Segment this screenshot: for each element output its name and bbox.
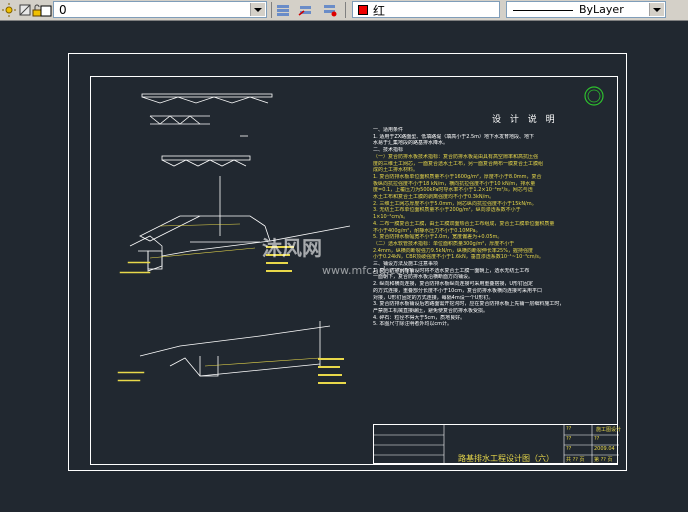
separator — [345, 2, 346, 18]
design-note-line: 2.4mm，纵横向断裂强力9.5kN/m，纵横向断裂伸长率25%，握持强度 — [373, 247, 533, 254]
layer-color-icon[interactable] — [40, 2, 54, 17]
design-note-line: 成的土工排水材料。 — [373, 167, 419, 174]
drawing-title: 路基排水工程设计图（六） — [458, 454, 554, 463]
design-note-line: 5. 复合防排水板幅宽不小于2.0m，宽度偏差为+0.05m。 — [373, 234, 503, 241]
design-note-line: 水易于汇集地段的路基排水降水。 — [373, 140, 449, 147]
design-note-line: 二、技术指标 — [373, 147, 404, 154]
linetype-preview — [513, 10, 573, 11]
design-note-line: 3. 复合防排水板铺设后若路面需开挖沟时，应在复合防排水板上先铺一层细料施工时， — [373, 301, 565, 308]
chevron-down-icon[interactable] — [649, 3, 664, 16]
design-note-line: 4. 二布一膜复合土工膜，由土工膜双面热合土工布组成，复合土工膜单位面积质量 — [373, 220, 555, 227]
title-block-cell: ?? — [566, 446, 572, 452]
color-swatch — [358, 5, 368, 15]
design-note-line: （一）复合防排水板技术指标：复合防排水板是由具有高空隙率和高抗压强 — [373, 153, 539, 160]
design-note-line: 1×10⁻²cm/s。 — [373, 214, 409, 221]
design-notes: 一、适用条件 1. 适用于ZX路面型、低填路堤（填高小于2.5m）地下水发育地段、… — [373, 127, 609, 328]
layer-state-icon[interactable] — [322, 2, 337, 17]
design-note-line: 度的三维土工网芯，一面复合透水土工布，另一面复合两布一膜复合土工膜组 — [373, 160, 544, 167]
chevron-down-icon[interactable] — [250, 3, 265, 16]
design-note-line: 对接，U形钉固定的方式连接，每隔4m设一个U形钉。 — [373, 294, 494, 301]
design-note-line: 5. 本图尺寸除注明者外均以cm计。 — [373, 321, 452, 328]
design-note-line: 一、适用条件 — [373, 127, 404, 133]
color-value: 红 — [373, 4, 386, 18]
title-block-cell: 2009.04 — [594, 446, 615, 452]
design-note-line: 板纵向抗拉强度不小于18 kN/m，横向抗拉强度不小于10 kN/m，排水量 — [373, 180, 536, 187]
color-dropdown[interactable]: 红 — [352, 1, 500, 18]
design-note-line: 水土工布和复合土工膜的剥离强度均不小于0.3kN/m。 — [373, 194, 495, 201]
design-note-line: 小于0.24kN，CBR顶破强度不小于1.6kN，垂直渗透系数10⁻¹~10⁻³… — [373, 254, 544, 261]
layer-prev-icon[interactable] — [298, 2, 312, 16]
title-block-cell: ?? — [566, 426, 572, 432]
design-note-line: 1. 复合防排水板单位面积质量不小于1600g/m²，厚度不小于8.0mm，复合 — [373, 173, 542, 180]
watermark: 沐风网 — [262, 236, 322, 260]
watermark-url: www.mfcad.com — [322, 264, 413, 277]
separator — [271, 2, 272, 18]
title-block-cell: 第 ?? 页 — [594, 457, 613, 463]
layer-value: 0 — [59, 3, 67, 17]
design-note-line: 度=0.1，上覆压力为500kPa时导水率不小于1.2×10⁻⁴m²/s，网芯与… — [373, 187, 533, 194]
linetype-dropdown[interactable]: ByLayer — [506, 1, 666, 18]
design-note-line: 不小于400g/m²，耐静水压力不小于0.10MPa。 — [373, 227, 481, 234]
design-note-line: 的方式连接，重叠部分长度不小于10cm，复合防排水板横向连接可采用平口 — [373, 287, 542, 294]
title-block-cell: 共 ?? 页 — [566, 457, 585, 463]
logo-seal-icon — [584, 86, 604, 106]
design-note-line: 3. 无纺土工布单位面积质量不小于200g/m²，纵向渗透系数不小于 — [373, 207, 521, 214]
layer-props-icon[interactable] — [276, 2, 290, 16]
design-note-line: 2. 三维土工网芯厚度不小于5.0mm，网芯纵向抗拉强度不小于15kN/m。 — [373, 200, 537, 207]
design-note-line: 4. 碎石：粒径不得大于5cm，质地良好。 — [373, 314, 466, 321]
title-block-cell: 施工图设计 — [596, 427, 622, 433]
design-notes-title: 设 计 说 明 — [492, 115, 558, 125]
layer-toolbar: 0 红 ByLayer — [0, 0, 688, 21]
design-note-line: 严禁施工机械直接碾压，避免使复合防排水板受损。 — [373, 307, 489, 314]
title-block-cell: ?? — [594, 436, 600, 442]
linetype-value: ByLayer — [579, 3, 624, 16]
design-note-line: 2. 纵向和横向连接，复合防排水板纵向连接可采用重叠搭接，U形钉固定 — [373, 281, 534, 288]
sun-icon[interactable] — [2, 2, 16, 17]
design-note-line: 1. 适用于ZX路面型、低填路堤（填高小于2.5m）地下水发育地段、地下 — [373, 133, 535, 140]
design-note-line: （二）透水软管技术指标：单位面积质量300g/m²，厚度不小于 — [373, 240, 515, 247]
layer-dropdown[interactable]: 0 — [53, 1, 267, 18]
title-block-cell: ?? — [566, 436, 572, 442]
